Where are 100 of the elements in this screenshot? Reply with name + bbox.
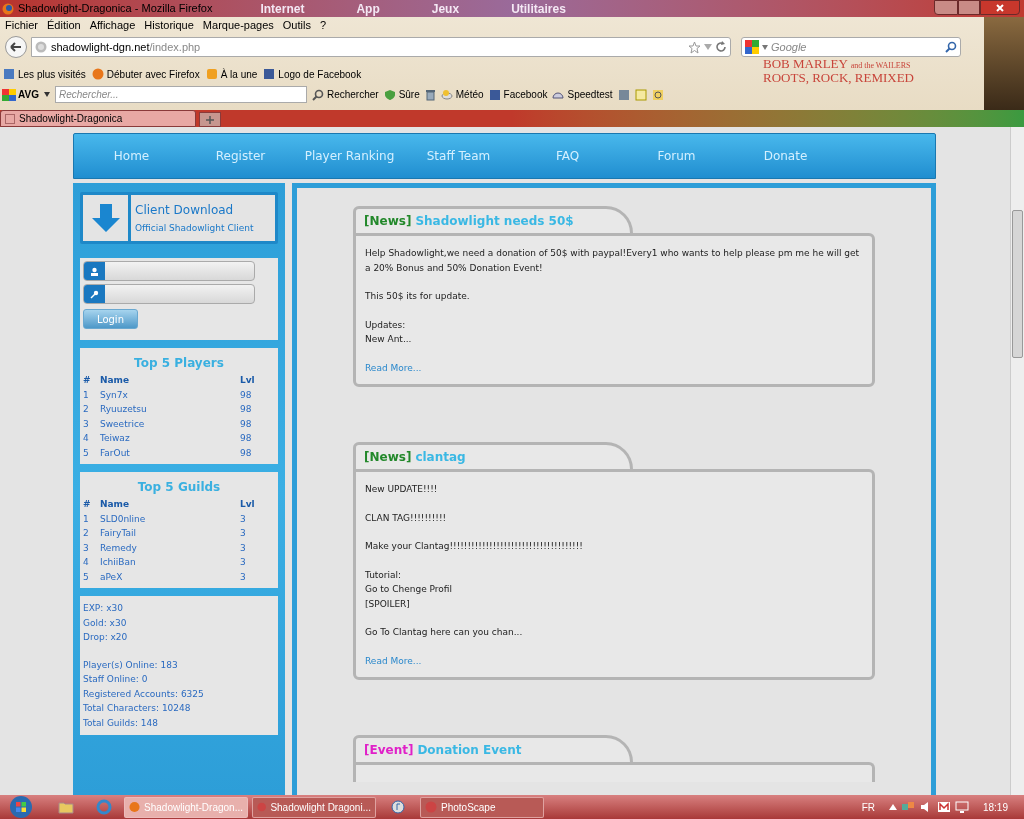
table-cell-text: Syn7x	[100, 388, 129, 402]
close-icon	[996, 3, 1004, 12]
table-cell-text: 3	[83, 541, 90, 555]
taskbar-button[interactable]: Shadowlight Dragoni...	[252, 796, 376, 818]
search-icon	[311, 88, 324, 101]
up-caret-icon[interactable]	[888, 804, 897, 810]
post-tag: [News]	[364, 212, 412, 230]
address-bar[interactable]: shadowlight-dgn.net/index.php	[31, 37, 731, 57]
post-text: [SPOILER]	[365, 597, 411, 611]
menu-item[interactable]: Historique	[144, 17, 194, 34]
persona-subtitle: ROOTS, ROCK, REMIXED	[763, 71, 914, 84]
table-cell-text: Ryuuzetsu	[100, 403, 148, 416]
bookmark-link[interactable]: À la une	[220, 66, 258, 82]
shield-icon	[383, 88, 396, 101]
avg-logo-icon	[2, 88, 16, 101]
post-text: Go To Clantag here can you chan...	[365, 626, 524, 639]
menu-item[interactable]: Fichier	[5, 17, 38, 34]
trash-icon	[424, 88, 436, 101]
stat-line: Gold: x30	[83, 616, 128, 630]
table-cell-text: 3	[240, 527, 247, 540]
back-arrow-icon	[10, 42, 22, 52]
toolbar-button[interactable]: Météo	[455, 87, 484, 102]
table-cell-text: Sweetrice	[100, 417, 146, 431]
toolbar-button[interactable]: Speedtest	[567, 87, 613, 102]
post-tag: [Event]	[364, 741, 414, 759]
toolbar-button[interactable]: Facebook	[503, 87, 548, 102]
stat-line: Drop: x20	[83, 631, 129, 644]
post-text: Help Shadowlight,we need a donation of 50$ with paypal!Every1 who wants to help please pm me he will get a 20% Bonus and 50% Donation Event!	[365, 247, 861, 275]
table-cell-text: 1	[83, 512, 90, 526]
menu-item[interactable]: ?	[319, 17, 327, 34]
post-text: This 50$ its for update.	[365, 290, 471, 303]
bookmark-link[interactable]: Les plus visités	[18, 66, 86, 82]
user-icon	[90, 266, 99, 276]
key-icon	[90, 289, 99, 299]
stat-line: EXP: x30	[83, 602, 124, 615]
table-cell-text: 3	[240, 512, 247, 526]
post-text: Go to Chenge Profil	[365, 583, 454, 596]
download-banner[interactable]: Client Download Official Shadowlight Client	[80, 192, 278, 244]
browser-tab[interactable]: Shadowlight-Dragonica	[0, 110, 196, 127]
window-title: Shadowlight-Dragonica - Mozilla Firefox	[18, 1, 213, 17]
maximize-button[interactable]	[958, 0, 980, 15]
table-cell-text: 3	[240, 556, 247, 569]
menu-item[interactable]: Affichage	[89, 17, 136, 34]
table-cell-text: 98	[240, 432, 253, 445]
toolbar-button[interactable]: Sûre	[398, 87, 420, 102]
google-logo-icon	[745, 40, 759, 54]
scrollbar-thumb[interactable]	[1012, 210, 1023, 358]
table-cell-text: Remedy	[100, 541, 138, 555]
search-bar[interactable]: Google	[741, 37, 961, 57]
toolbar-button[interactable]: Rechercher	[326, 87, 379, 102]
monitor-icon[interactable]	[954, 800, 969, 814]
stat-line: Total Guilds: 148	[83, 716, 160, 730]
table-cell-text: 2	[83, 403, 90, 416]
column-header: Lvl	[240, 374, 256, 387]
menu-item[interactable]: Édition	[47, 17, 81, 34]
search-icon	[945, 41, 957, 53]
mail-icon[interactable]	[936, 800, 951, 814]
language-indicator[interactable]: FR	[861, 799, 875, 815]
table-cell-text: IchiiBan	[100, 556, 137, 569]
bookmark-link[interactable]: Débuter avec Firefox	[106, 66, 200, 82]
table-cell-text: 1	[83, 388, 90, 402]
stat-line: Registered Accounts: 6325	[83, 687, 205, 701]
close-button[interactable]	[980, 0, 1020, 15]
bookmark-link[interactable]: Logo de Facebook	[278, 66, 362, 82]
magnifier-icon	[651, 88, 664, 101]
column-header: Lvl	[240, 498, 256, 511]
avg-search-field[interactable]: Rechercher...	[54, 86, 307, 103]
table-cell-text: 3	[240, 541, 247, 555]
username-field[interactable]	[83, 261, 255, 281]
scrollbar[interactable]	[1010, 127, 1024, 795]
table-cell-text: 98	[240, 388, 253, 402]
stat-line: Staff Online: 0	[83, 673, 149, 686]
cloud-icon	[440, 88, 453, 101]
notepad-icon	[634, 88, 647, 101]
table-cell-text: 98	[240, 417, 253, 431]
column-header: #	[83, 498, 92, 511]
page-icon	[5, 113, 15, 124]
dropdown-caret-icon	[762, 44, 768, 50]
password-field[interactable]	[83, 284, 255, 304]
folder-icon[interactable]	[58, 800, 74, 814]
avg-brand[interactable]: AVG	[18, 87, 39, 102]
star-icon	[688, 40, 701, 54]
post-text: Tutorial:	[365, 568, 403, 582]
table-cell-text: 5	[83, 570, 90, 584]
clock[interactable]: 18:19	[982, 799, 1008, 815]
column-header: Name	[100, 374, 131, 387]
menu-item[interactable]: Outils	[282, 17, 311, 34]
table-cell-text: 4	[83, 556, 90, 569]
panel-title: Top 5 Players	[134, 355, 224, 372]
search-field[interactable]: Google	[771, 38, 931, 56]
menu-item[interactable]: Marque-pages	[202, 17, 274, 34]
back-button[interactable]	[5, 36, 27, 58]
taskbar-button[interactable]: PhotoScape	[420, 796, 544, 818]
theme-label: Jeux	[431, 0, 460, 18]
music-note-icon[interactable]	[390, 799, 406, 815]
column-header: Name	[100, 498, 131, 511]
new-tab-button[interactable]	[199, 112, 221, 127]
stat-line: Total Characters: 10248	[83, 702, 192, 715]
minimize-button[interactable]	[934, 0, 958, 15]
panel-title: Top 5 Guilds	[137, 479, 221, 496]
